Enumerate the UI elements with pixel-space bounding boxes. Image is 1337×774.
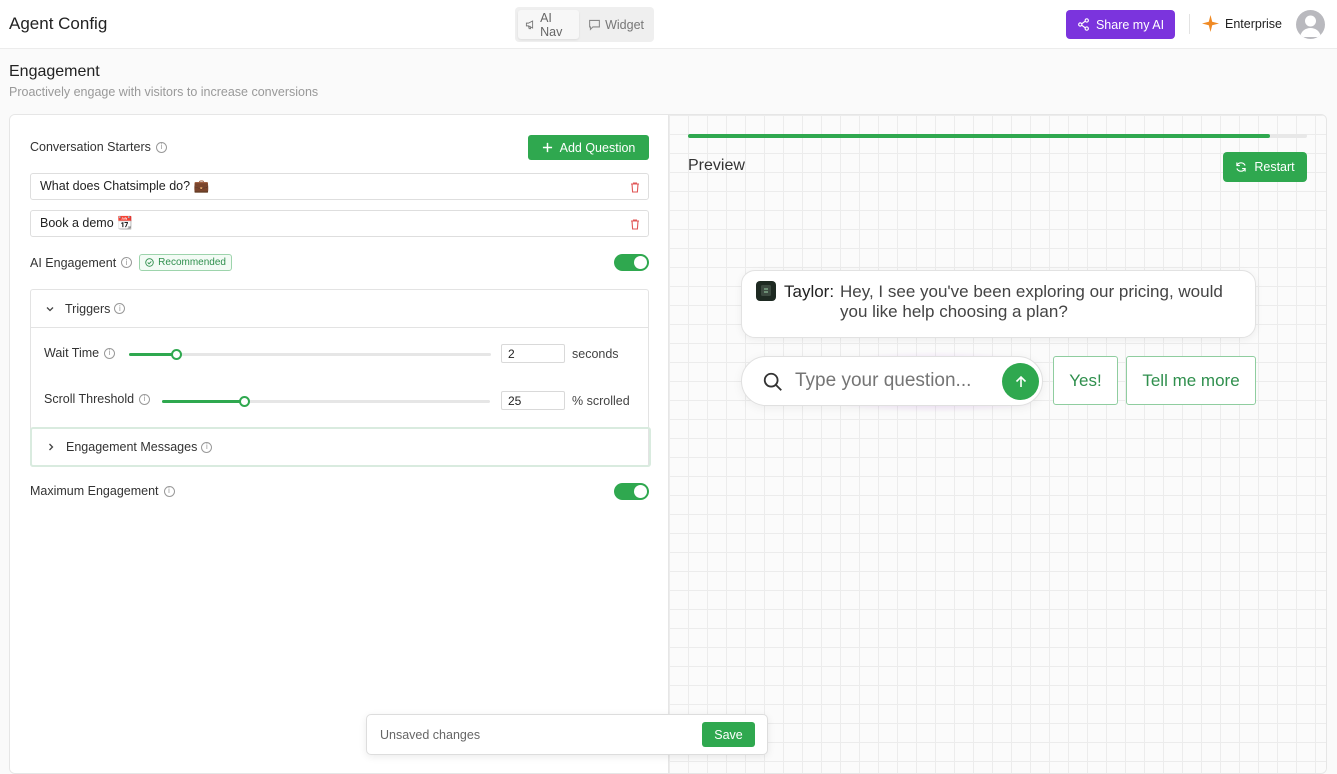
preview-title: Preview xyxy=(688,157,745,174)
config-pane: Conversation Starters i Add Question Wha… xyxy=(10,115,669,773)
engagement-messages-title: Engagement Messages i xyxy=(66,440,213,454)
wait-time-slider[interactable] xyxy=(129,349,491,360)
preview-pane: Preview Restart Taylor: Hey, I see you'v… xyxy=(669,115,1326,773)
starter-input[interactable]: What does Chatsimple do? 💼 xyxy=(30,173,649,200)
bot-message-bubble: Taylor: Hey, I see you've been exploring… xyxy=(741,270,1256,338)
app-title: Agent Config xyxy=(9,14,108,33)
scroll-threshold-label: Scroll Threshold xyxy=(44,392,135,406)
engagement-messages-label: Engagement Messages xyxy=(66,440,198,454)
restart-label: Restart xyxy=(1254,160,1295,174)
trash-icon[interactable] xyxy=(629,181,641,193)
scroll-threshold-slider-thumb[interactable] xyxy=(239,396,250,407)
wait-time-heading: Wait Time i xyxy=(44,346,116,360)
plus-icon xyxy=(542,142,552,153)
triggers-header[interactable]: Triggers i xyxy=(31,290,648,328)
restart-button[interactable]: Restart xyxy=(1223,152,1307,182)
ai-engagement-toggle[interactable] xyxy=(614,254,649,271)
info-icon[interactable]: i xyxy=(163,485,175,497)
top-bar: Agent Config AI Nav Widget Share my AI E… xyxy=(0,0,1337,49)
tab-ai-nav-label: AI Nav xyxy=(540,10,563,39)
scroll-threshold-slider-fill xyxy=(162,400,244,403)
chevron-right-icon xyxy=(49,443,54,451)
refresh-icon xyxy=(1236,162,1247,172)
header-divider xyxy=(1189,14,1190,34)
megaphone-icon xyxy=(525,20,534,30)
info-icon[interactable]: i xyxy=(139,393,151,405)
ai-engagement-label: AI Engagement xyxy=(30,255,117,270)
add-question-label: Add Question xyxy=(559,140,636,155)
maximum-engagement-label: Maximum Engagement xyxy=(30,484,159,498)
wait-time-slider-fill xyxy=(129,353,177,356)
wait-time-label: Wait Time xyxy=(44,346,100,360)
maximum-engagement-toggle[interactable] xyxy=(614,483,649,500)
trash-icon[interactable] xyxy=(629,218,641,230)
save-button[interactable]: Save xyxy=(702,722,755,747)
enterprise-badge[interactable]: Enterprise xyxy=(1202,15,1282,32)
tab-widget-label: Widget xyxy=(605,17,644,32)
add-question-button[interactable]: Add Question xyxy=(528,135,649,160)
ask-input-bar xyxy=(741,356,1043,406)
triggers-title: Triggers i xyxy=(65,301,126,316)
page-title: Engagement xyxy=(9,63,100,80)
conversation-starters-heading: Conversation Starters i xyxy=(30,140,167,154)
wait-time-unit: seconds xyxy=(572,347,619,361)
triggers-accordion: Triggers i Wait Time i seconds Scroll Th… xyxy=(30,289,651,467)
bot-name: Taylor: xyxy=(784,282,835,301)
info-icon[interactable]: i xyxy=(121,257,133,268)
preview-progress-bar xyxy=(688,134,1307,138)
unsaved-changes-text: Unsaved changes xyxy=(380,728,481,742)
send-button[interactable] xyxy=(1002,363,1039,400)
quick-reply-chip[interactable]: Yes! xyxy=(1053,356,1118,405)
starter-text: What does Chatsimple do? 💼 xyxy=(40,179,210,193)
sparkle-icon xyxy=(1202,15,1219,32)
bot-avatar-icon xyxy=(756,281,776,301)
info-icon[interactable]: i xyxy=(201,441,213,453)
starter-text: Book a demo 📆 xyxy=(40,216,133,230)
wait-time-input[interactable] xyxy=(501,344,565,363)
recommended-label: Recommended xyxy=(158,257,226,268)
ai-engagement-heading: AI Engagement i Recommended xyxy=(30,254,232,271)
question-input[interactable] xyxy=(795,370,985,392)
scroll-threshold-heading: Scroll Threshold i xyxy=(44,392,151,406)
preview-progress-fill xyxy=(688,134,1270,138)
conversation-starters-label: Conversation Starters xyxy=(30,140,151,154)
avatar[interactable] xyxy=(1296,10,1325,39)
enterprise-label: Enterprise xyxy=(1225,16,1282,31)
bot-message-text: Hey, I see you've been exploring our pri… xyxy=(840,282,1223,321)
page-subtitle: Proactively engage with visitors to incr… xyxy=(9,85,319,99)
recommended-badge: Recommended xyxy=(139,254,232,271)
scroll-threshold-slider[interactable] xyxy=(162,396,490,407)
scroll-threshold-unit: % scrolled xyxy=(572,394,630,408)
arrow-up-icon xyxy=(1015,375,1026,387)
quick-reply-chip[interactable]: Tell me more xyxy=(1126,356,1256,405)
chat-bubble-icon xyxy=(589,19,600,31)
chevron-down-icon xyxy=(46,306,54,311)
share-icon xyxy=(1078,18,1089,31)
mode-switcher: AI Nav Widget xyxy=(515,7,654,42)
maximum-engagement-heading: Maximum Engagement i xyxy=(30,484,175,498)
share-my-ai-button[interactable]: Share my AI xyxy=(1066,10,1175,39)
user-icon xyxy=(1300,15,1321,37)
unsaved-changes-bar: Unsaved changes Save xyxy=(366,714,768,755)
check-circle-icon xyxy=(145,258,154,267)
share-my-ai-label: Share my AI xyxy=(1095,17,1165,32)
engagement-messages-header[interactable]: Engagement Messages i xyxy=(30,427,651,467)
info-icon[interactable]: i xyxy=(104,347,116,359)
wait-time-slider-thumb[interactable] xyxy=(171,349,183,360)
scroll-threshold-input[interactable] xyxy=(501,391,565,410)
search-icon xyxy=(763,372,782,391)
tab-ai-nav[interactable]: AI Nav xyxy=(518,10,580,39)
tab-widget[interactable]: Widget xyxy=(581,10,651,39)
starter-input[interactable]: Book a demo 📆 xyxy=(30,210,649,237)
info-icon[interactable]: i xyxy=(155,141,167,153)
triggers-label: Triggers xyxy=(65,301,111,316)
info-icon[interactable]: i xyxy=(114,303,126,314)
engagement-panel: Conversation Starters i Add Question Wha… xyxy=(9,114,1327,774)
